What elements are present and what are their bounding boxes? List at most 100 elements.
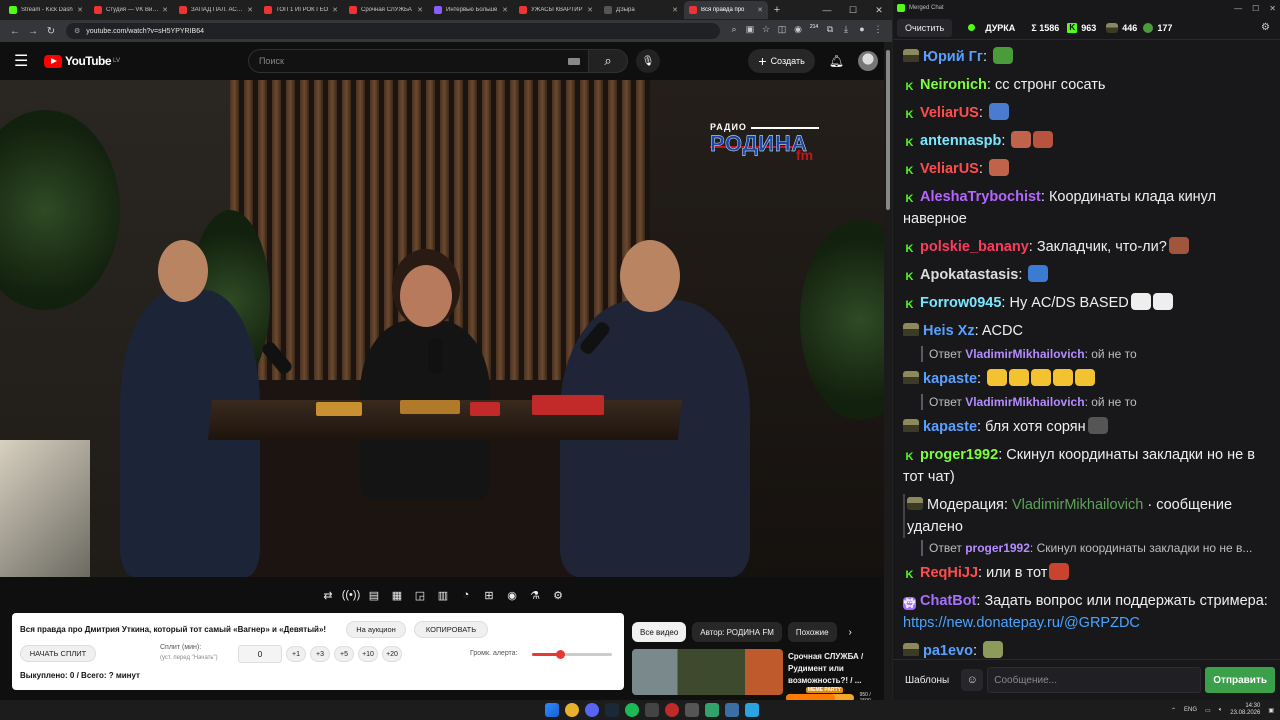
chat-username[interactable]: antennaspb	[920, 133, 1001, 149]
browser-tab[interactable]: Stream - Kick Dash ✕	[4, 1, 88, 19]
browser-tab[interactable]: ТОП 1 ИГРОК ГЕО ✕	[259, 1, 343, 19]
chat-username[interactable]: ReqHiJJ	[920, 565, 978, 581]
chat-username[interactable]: Neironich	[920, 77, 987, 93]
voice-search-button[interactable]: 🎙︎	[635, 49, 660, 73]
chat-username[interactable]: pa1evo	[923, 643, 973, 659]
bookmark-star-icon[interactable]: ☆	[758, 24, 774, 38]
browser-tab[interactable]: ЗАПАД ПАЛ. АСМР ✕	[174, 1, 258, 19]
chat-username[interactable]: VeliarUS	[920, 161, 979, 177]
forward-icon[interactable]: →	[24, 26, 42, 37]
reply-username[interactable]: proger1992	[965, 541, 1030, 555]
app-icon[interactable]	[705, 703, 719, 717]
network-icon[interactable]: ▭	[1205, 707, 1211, 714]
reply-preview[interactable]: Ответ VladimirMikhailovich: ой не то	[921, 394, 1271, 410]
youtube-logo[interactable]: YouTube LV	[44, 54, 120, 68]
tab-close-icon[interactable]: ✕	[332, 6, 338, 14]
zoom-icon[interactable]: ⌕	[726, 24, 742, 38]
chat-link[interactable]: https://new.donatepay.ru/@GRPZDC	[903, 615, 1140, 631]
chat-username[interactable]: AleshaTrybochist	[920, 189, 1041, 205]
chat-username[interactable]: kapaste	[923, 419, 977, 435]
clapper-icon[interactable]: ▦	[387, 586, 407, 604]
browser-tab[interactable]: Студия — VK Видео ✕	[89, 1, 173, 19]
menu-icon[interactable]: ☰	[14, 51, 44, 71]
tab-close-icon[interactable]: ✕	[587, 6, 593, 14]
extensions-puzzle-icon[interactable]: ⧉	[822, 24, 838, 38]
browser-tab[interactable]: Вся правда про ✕	[684, 1, 768, 19]
language-indicator[interactable]: ENG	[1184, 707, 1197, 713]
close-icon[interactable]: ✕	[866, 5, 892, 16]
spotify-icon[interactable]	[625, 703, 639, 717]
settings-video-icon[interactable]: ▤	[364, 586, 384, 604]
minute-step-button[interactable]: +1	[286, 646, 306, 662]
tab-close-icon[interactable]: ✕	[757, 6, 763, 14]
tab-close-icon[interactable]: ✕	[672, 6, 678, 14]
message-input[interactable]: Сообщение...	[987, 667, 1202, 693]
copy-button[interactable]: КОПИРОВАТЬ	[414, 621, 488, 638]
windows-start-icon[interactable]	[545, 703, 559, 717]
screenshot-icon[interactable]: ◉	[502, 586, 522, 604]
gear-icon[interactable]: ⚙	[1261, 22, 1270, 33]
app-icon[interactable]	[725, 703, 739, 717]
app-icon[interactable]	[685, 703, 699, 717]
tab-close-icon[interactable]: ✕	[77, 6, 83, 14]
start-split-button[interactable]: НАЧАТЬ СПЛИТ	[20, 645, 96, 662]
minimize-icon[interactable]: —	[814, 5, 840, 16]
filter-chip[interactable]: Автор: РОДИНА FM	[692, 622, 782, 642]
tab-close-icon[interactable]: ✕	[417, 6, 423, 14]
filter-chip[interactable]: Похожие	[787, 622, 837, 642]
reply-username[interactable]: VladimirMikhailovich	[965, 347, 1084, 361]
create-button[interactable]: + Создать	[748, 49, 815, 73]
chat-username[interactable]: proger1992	[920, 447, 998, 463]
clock[interactable]: 14:30 23.08.2026	[1230, 703, 1260, 717]
emoji-button[interactable]: ☺	[961, 669, 984, 691]
chat-username[interactable]: VeliarUS	[920, 105, 979, 121]
tab-close-icon[interactable]: ✕	[162, 6, 168, 14]
app-icon[interactable]	[665, 703, 679, 717]
minute-step-button[interactable]: +3	[310, 646, 330, 662]
chat-username[interactable]: Юрий Гг	[923, 49, 983, 65]
chat-username[interactable]: Forrow0945	[920, 295, 1001, 311]
browser-tab[interactable]: Срочная СЛУЖБА ✕	[344, 1, 428, 19]
download-icon[interactable]: ⤓	[838, 24, 854, 38]
page-scrollbar[interactable]	[884, 42, 892, 700]
site-info-icon[interactable]: ⚙	[74, 27, 80, 35]
tab-close-icon[interactable]: ✕	[502, 6, 508, 14]
browser-menu-icon[interactable]: ⋮	[870, 24, 886, 38]
close-icon[interactable]: ✕	[1269, 4, 1276, 13]
notifications-bell-icon[interactable]: 🔔︎	[829, 54, 844, 68]
browser-tab[interactable]: Интервью Больше ✕	[429, 1, 513, 19]
steam-icon[interactable]	[605, 703, 619, 717]
notification-icon[interactable]: ▣	[1268, 707, 1274, 714]
keyboard-icon[interactable]	[567, 57, 580, 65]
broadcast-icon[interactable]: ((•))	[341, 586, 361, 604]
chrome-icon[interactable]	[565, 703, 579, 717]
chat-username[interactable]: Apokatastasis	[920, 267, 1018, 283]
minimize-icon[interactable]: —	[1234, 4, 1242, 13]
chat-message-list[interactable]: Юрий Гг: K Neironich: сс стронг сосать K Ve…	[893, 42, 1280, 659]
minute-step-button[interactable]: +5	[334, 646, 354, 662]
minute-step-button[interactable]: +20	[382, 646, 402, 662]
recommended-video-thumbnail[interactable]	[632, 649, 783, 695]
chevron-up-icon[interactable]: ⌃	[1171, 707, 1176, 714]
chat-username[interactable]: kapaste	[923, 371, 977, 387]
add-video-icon[interactable]: ⊞	[479, 586, 499, 604]
chat-username[interactable]: ChatBot	[920, 593, 976, 609]
reply-username[interactable]: VladimirMikhailovich	[965, 395, 1084, 409]
maximize-icon[interactable]: ☐	[1252, 4, 1259, 13]
discord-icon[interactable]	[585, 703, 599, 717]
maximize-icon[interactable]: ☐	[840, 5, 866, 16]
picture-in-picture-icon[interactable]: ◲	[410, 586, 430, 604]
new-tab-button[interactable]: +	[769, 4, 785, 16]
search-input[interactable]: Поиск	[247, 49, 588, 73]
extension-icon[interactable]: ◫	[774, 24, 790, 38]
auction-button[interactable]: На аукцион	[346, 621, 406, 638]
alert-volume-slider[interactable]	[532, 650, 612, 659]
browser-tab[interactable]: УЖАСЫ КВАРТИР ✕	[514, 1, 598, 19]
video-player[interactable]: РАДИО РОДИНА fm	[0, 80, 884, 577]
search-button[interactable]: ⌕	[587, 49, 628, 73]
scrollbar-thumb[interactable]	[886, 50, 890, 210]
clear-button[interactable]: Очистить	[897, 18, 953, 37]
reload-icon[interactable]: ↻	[42, 26, 60, 37]
filter-chip[interactable]: Все видео	[632, 622, 687, 642]
templates-button[interactable]: Шаблоны	[899, 667, 955, 693]
